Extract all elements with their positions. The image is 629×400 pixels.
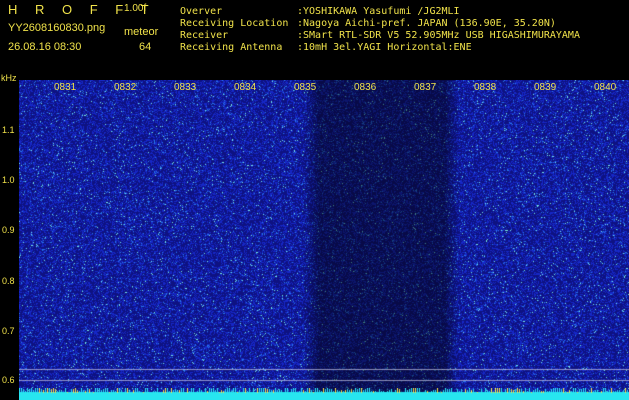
info-value: :YOSHIKAWA Yasufumi /JG2MLI [297, 6, 460, 17]
info-key: Receiving Location [180, 18, 289, 29]
spectrogram-canvas[interactable] [19, 80, 629, 400]
info-key: Overver [180, 6, 223, 17]
meteor-label: meteor [124, 26, 159, 38]
y-tick: 1.1 [2, 125, 15, 135]
meteor-count: 64 [139, 41, 152, 53]
x-tick: 0831 [54, 82, 77, 93]
y-tick: 0.6 [2, 375, 15, 385]
y-tick: 1.0 [2, 175, 15, 185]
y-tick: 0.8 [2, 276, 15, 286]
date-time: 26.08.16 08:30 [8, 41, 82, 53]
app-version: 1.00f [124, 3, 147, 14]
x-tick: 0836 [354, 82, 377, 93]
signal-level-strip [19, 388, 629, 400]
info-value: :10mH 3el.YAGI Horizontal:ENE [297, 42, 472, 53]
x-tick: 0840 [594, 82, 617, 93]
y-tick: 0.9 [2, 225, 15, 235]
info-value: :SMart RTL-SDR V5 52.905MHz USB HIGASHIM… [297, 30, 580, 41]
x-tick: 0839 [534, 82, 557, 93]
x-tick: 0838 [474, 82, 497, 93]
hroft-window: H R O F F T 1.00f YY2608160830.png meteo… [0, 0, 629, 400]
x-tick: 0833 [174, 82, 197, 93]
file-name: YY2608160830.png [8, 22, 106, 34]
y-tick: 0.7 [2, 326, 15, 336]
x-tick: 0834 [234, 82, 257, 93]
x-tick: 0835 [294, 82, 317, 93]
y-axis-unit: kHz [1, 73, 17, 83]
info-key: Receiver [180, 30, 229, 41]
x-tick: 0837 [414, 82, 437, 93]
info-key: Receiving Antenna [180, 42, 283, 53]
x-tick: 0832 [114, 82, 137, 93]
info-value: :Nagoya Aichi-pref. JAPAN (136.90E, 35.2… [297, 18, 556, 29]
